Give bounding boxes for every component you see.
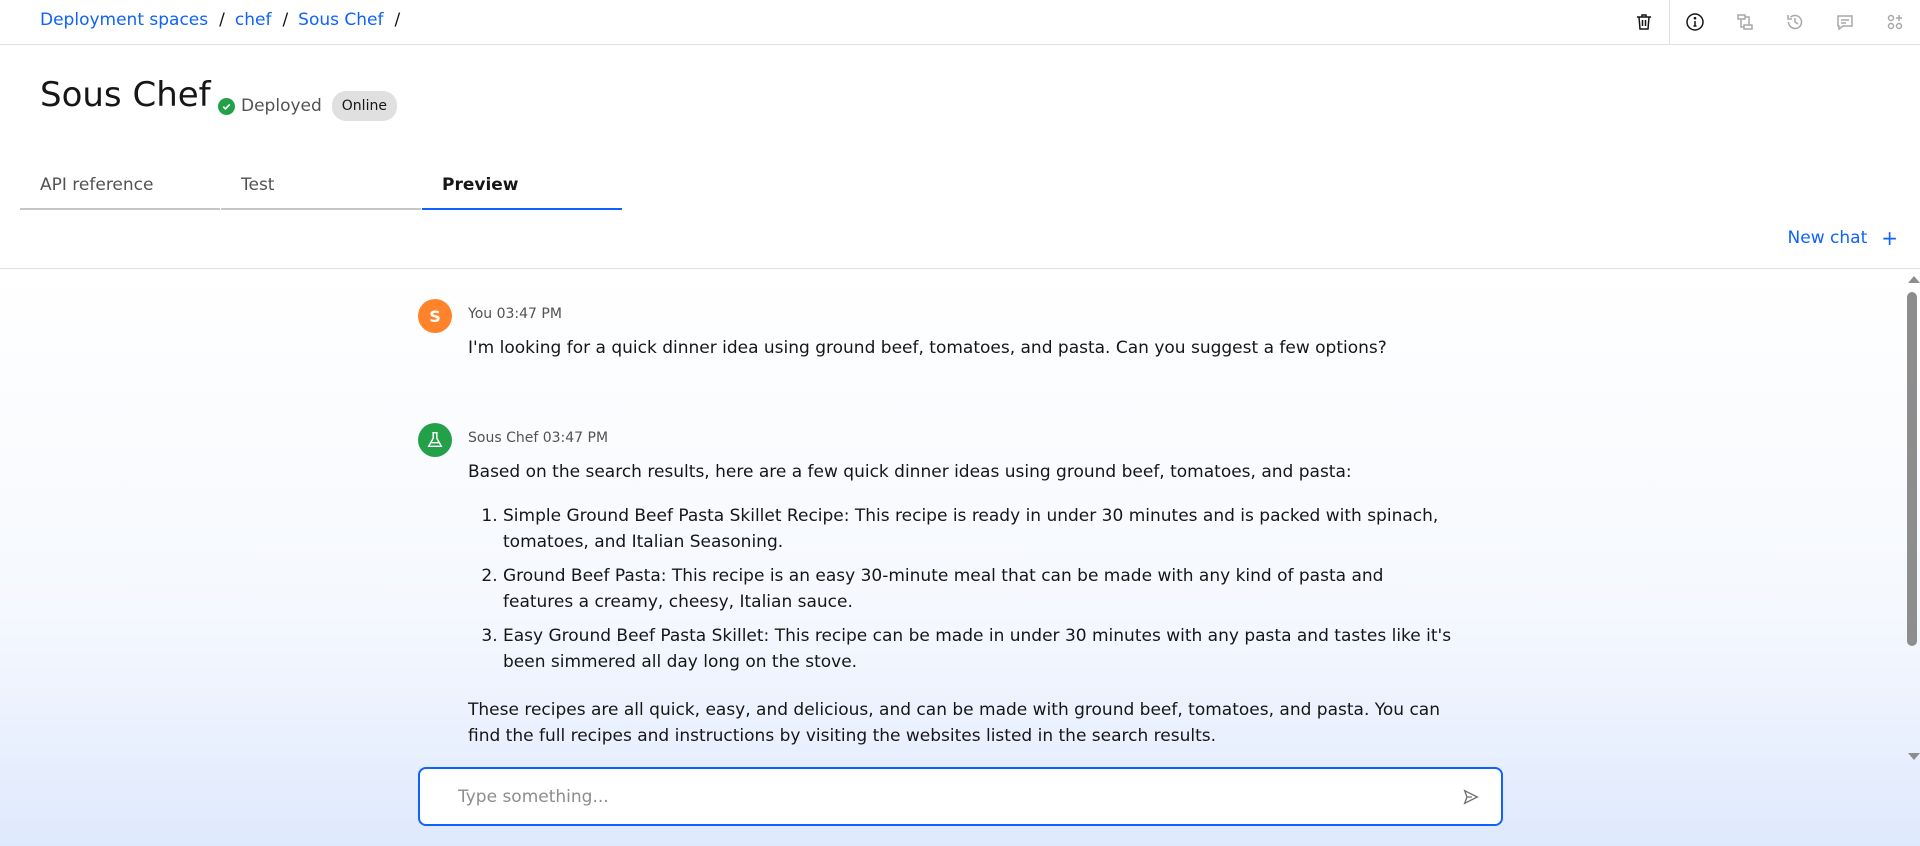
breadcrumb-separator: / [282, 10, 289, 30]
message-text: I'm looking for a quick dinner idea usin… [468, 335, 1458, 361]
chat-button[interactable] [1820, 0, 1870, 44]
plus-icon: + [1881, 226, 1898, 250]
status-label: Deployed [241, 96, 322, 116]
scroll-down-icon[interactable] [1908, 753, 1920, 760]
chat-input[interactable] [420, 786, 1441, 807]
history-icon [1787, 14, 1803, 30]
bot-outro-text: These recipes are all quick, easy, and d… [468, 700, 1440, 746]
status-badge: Online [331, 91, 397, 121]
top-bar: Deployment spaces / chef / Sous Chef / [0, 0, 1920, 45]
tab-list: API reference Test Preview [20, 165, 623, 210]
info-icon [1686, 13, 1704, 31]
apps-button[interactable] [1870, 0, 1920, 44]
bot-intro-text: Based on the search results, here are a … [468, 462, 1352, 482]
history-button[interactable] [1770, 0, 1820, 44]
flow-button[interactable] [1720, 0, 1770, 44]
delete-button[interactable] [1619, 0, 1669, 44]
breadcrumb-sous-chef[interactable]: Sous Chef [298, 10, 383, 30]
tab-preview[interactable]: Preview [422, 165, 622, 210]
checkmark-icon [218, 97, 235, 115]
list-item: Ground Beef Pasta: This recipe is an eas… [503, 563, 1458, 615]
chat-input-container [418, 767, 1503, 826]
breadcrumb-chef[interactable]: chef [235, 10, 272, 30]
chat-icon [1837, 15, 1853, 31]
scroll-up-icon[interactable] [1908, 276, 1920, 283]
tab-test[interactable]: Test [221, 165, 421, 210]
flow-icon [1737, 14, 1753, 30]
message-text: Based on the search results, here are a … [468, 459, 1458, 749]
tab-api-reference[interactable]: API reference [20, 165, 220, 210]
breadcrumb-separator: / [394, 10, 401, 30]
breadcrumb-separator: / [219, 10, 225, 30]
page-title: Sous Chef [40, 75, 211, 115]
apps-icon [1887, 14, 1903, 30]
new-chat-button[interactable]: New chat + [1788, 228, 1898, 248]
trash-icon [1637, 14, 1651, 30]
beaker-icon [418, 423, 452, 457]
info-button[interactable] [1670, 0, 1720, 44]
chat-area: S You 03:47 PM I'm looking for a quick d… [0, 268, 1920, 846]
avatar: S [418, 299, 452, 333]
user-message-text: I'm looking for a quick dinner idea usin… [468, 338, 1387, 358]
message-meta: You 03:47 PM [468, 306, 562, 322]
send-button[interactable] [1441, 769, 1501, 824]
new-chat-label: New chat [1787, 228, 1868, 248]
deployment-status: Deployed Online [218, 91, 397, 121]
list-item: Easy Ground Beef Pasta Skillet: This rec… [503, 623, 1458, 675]
chat-scrollbar[interactable] [1904, 272, 1920, 764]
recipe-list: Simple Ground Beef Pasta Skillet Recipe:… [503, 503, 1458, 675]
breadcrumb-deployment-spaces[interactable]: Deployment spaces [40, 10, 208, 30]
scroll-thumb[interactable] [1907, 292, 1917, 646]
breadcrumb: Deployment spaces / chef / Sous Chef / [40, 10, 410, 30]
send-icon [1463, 788, 1479, 805]
list-item: Simple Ground Beef Pasta Skillet Recipe:… [503, 503, 1458, 555]
toolbar-actions [1619, 0, 1920, 44]
message-meta: Sous Chef 03:47 PM [468, 430, 609, 446]
